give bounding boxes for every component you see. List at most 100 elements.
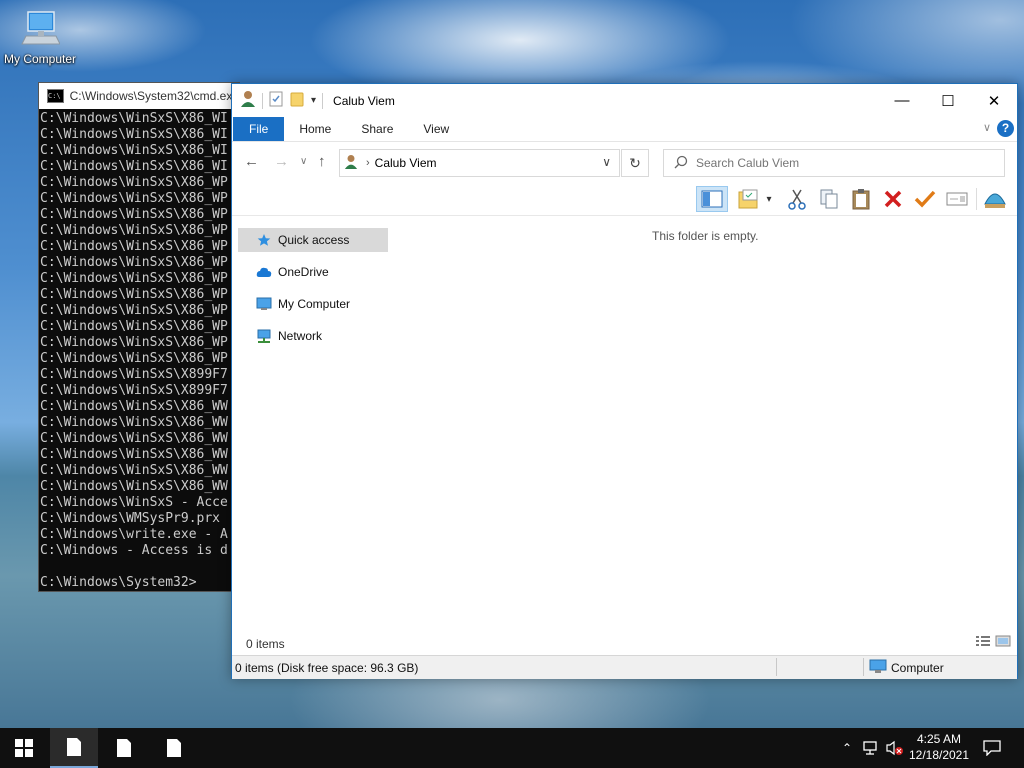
minimize-button[interactable]: — (879, 84, 925, 117)
cmd-titlebar[interactable]: C:\ C:\Windows\System32\cmd.exe (39, 83, 239, 109)
close-button[interactable]: ✕ (971, 84, 1017, 117)
windows-logo-icon (15, 739, 33, 757)
cloud-icon (256, 264, 272, 280)
cmd-line: C:\Windows\WinSxS\X86_WW (40, 479, 228, 494)
address-bar[interactable]: › Calub Viem ∨ (339, 149, 620, 177)
cmd-line: C:\Windows\System32> (40, 575, 197, 590)
cmd-line: C:\Windows\WinSxS\X86_WP (40, 191, 228, 206)
cut-icon[interactable] (784, 186, 810, 212)
tab-view[interactable]: View (408, 117, 464, 141)
breadcrumb-chevron-icon[interactable]: › (366, 157, 370, 169)
nav-item-network[interactable]: Network (238, 324, 388, 348)
nav-item-quick-access[interactable]: Quick access (238, 228, 388, 252)
properties-dropdown-icon[interactable]: ▾ (762, 186, 776, 212)
help-icon[interactable]: ? (997, 120, 1014, 137)
monitor-icon (256, 296, 272, 312)
cmd-line: C:\Windows\WinSxS\X86_WP (40, 335, 228, 350)
nav-label-my-computer: My Computer (278, 297, 351, 311)
taskbar-app-3[interactable] (150, 728, 198, 768)
delete-icon[interactable] (880, 186, 906, 212)
nav-label-quick-access: Quick access (278, 233, 350, 247)
cmd-line: C:\Windows\WinSxS\X86_WP (40, 239, 228, 254)
cmd-line: C:\Windows\WinSxS\X899F7 (40, 383, 228, 398)
expand-ribbon-icon[interactable]: ∨ (983, 121, 991, 134)
explorer-titlebar[interactable]: ▾ Calub Viem — ☐ ✕ (232, 84, 1017, 117)
rename-check-icon[interactable] (912, 186, 938, 212)
tab-home[interactable]: Home (284, 117, 346, 141)
empty-folder-message: This folder is empty. (652, 229, 759, 243)
nav-item-onedrive[interactable]: OneDrive (238, 260, 388, 284)
cmd-line: C:\Windows\WinSxS\X86_WI (40, 127, 228, 142)
cmd-line: C:\Windows\WinSxS\X86_WP (40, 287, 228, 302)
cmd-line: C:\Windows\WinSxS\X86_WP (40, 351, 228, 366)
command-toolbar: ▾ (232, 182, 1017, 216)
cmd-line: C:\Windows\WMSysPr9.prx (40, 511, 221, 526)
back-arrow-icon[interactable]: ← (244, 153, 259, 170)
details-view-icon[interactable] (975, 635, 991, 650)
show-hidden-icons-chevron-icon[interactable]: ⌃ (838, 728, 856, 768)
system-clock[interactable]: 4:25 AM 12/18/2021 (904, 731, 974, 763)
shell-icon[interactable] (982, 186, 1008, 212)
clock-time: 4:25 AM (916, 732, 962, 746)
console-icon: C:\ (47, 89, 64, 103)
properties-quick-icon[interactable] (269, 91, 283, 110)
desktop-icon-my-computer[interactable]: My Computer (2, 8, 78, 66)
clock-date: 12/18/2021 (908, 748, 970, 762)
cmd-title: C:\Windows\System32\cmd.exe (69, 89, 239, 103)
new-folder-quick-icon[interactable] (289, 91, 305, 110)
tab-file[interactable]: File (233, 117, 285, 141)
navigation-bar: ← → ∨ ↑ › Calub Viem ∨ ↻ (232, 142, 1017, 182)
explorer-window[interactable]: ▾ Calub Viem — ☐ ✕ File Home Share View … (231, 83, 1018, 679)
content-area: Quick access OneDrive My Computer Networ… (232, 214, 1017, 654)
taskbar-app-1[interactable] (50, 728, 98, 768)
cmd-line (40, 559, 239, 575)
search-box[interactable] (663, 149, 1005, 177)
tab-share[interactable]: Share (346, 117, 408, 141)
cmd-line: C:\Windows\WinSxS\X86_WP (40, 255, 228, 270)
network-tray-icon[interactable] (860, 728, 882, 768)
taskbar-app-2[interactable] (100, 728, 148, 768)
copy-icon[interactable] (816, 186, 842, 212)
cmd-line: C:\Windows\WinSxS\X86_WP (40, 271, 228, 286)
status-bar: 0 items (Disk free space: 96.3 GB) Compu… (232, 655, 1017, 679)
ribbon-tabs: File Home Share View ∨ ? (232, 117, 1017, 142)
paste-icon[interactable] (848, 186, 874, 212)
nav-item-my-computer[interactable]: My Computer (238, 292, 388, 316)
items-bar: 0 items (232, 632, 1017, 654)
document-icon (67, 738, 81, 756)
preview-pane-button[interactable] (696, 186, 728, 212)
properties-icon[interactable] (736, 186, 762, 212)
cmd-window[interactable]: C:\ C:\Windows\System32\cmd.exe C:\Windo… (38, 82, 240, 592)
network-icon (256, 328, 272, 344)
search-input[interactable] (694, 155, 998, 171)
computer-status-icon (869, 659, 887, 677)
nav-label-onedrive: OneDrive (278, 265, 329, 279)
address-dropdown-icon[interactable]: ∨ (602, 155, 611, 169)
cmd-output[interactable]: C:\Windows\WinSxS\X86_WI C:\Windows\WinSx… (39, 109, 239, 591)
select-box-icon[interactable] (944, 186, 970, 212)
cmd-line: C:\Windows\WinSxS\X86_WI (40, 111, 228, 126)
quick-access-dropdown-icon[interactable]: ▾ (311, 95, 316, 106)
volume-muted-icon[interactable] (884, 728, 906, 768)
desktop-icon-label: My Computer (3, 52, 77, 66)
recent-locations-icon[interactable]: ∨ (300, 156, 307, 167)
cmd-line: C:\Windows\WinSxS\X86_WI (40, 143, 228, 158)
cmd-line: C:\Windows\WinSxS\X86_WW (40, 431, 228, 446)
star-icon (256, 232, 272, 248)
cmd-line: C:\Windows\WinSxS\X86_WP (40, 303, 228, 318)
refresh-button[interactable]: ↻ (621, 149, 649, 177)
item-count: 0 items (246, 637, 285, 651)
computer-icon (20, 8, 61, 48)
address-location[interactable]: Calub Viem (375, 156, 437, 170)
notifications-icon[interactable] (978, 728, 1006, 768)
start-button[interactable] (0, 728, 48, 768)
large-icons-view-icon[interactable] (995, 635, 1011, 650)
taskbar: ⌃ 4:25 AM 12/18/2021 (0, 728, 1024, 768)
forward-arrow-icon[interactable]: → (274, 153, 289, 170)
maximize-button[interactable]: ☐ (925, 84, 971, 117)
up-arrow-icon[interactable]: ↑ (318, 153, 326, 170)
cmd-line: C:\Windows\WinSxS\X86_WP (40, 207, 228, 222)
window-title: Calub Viem (333, 93, 395, 108)
document-icon (167, 739, 181, 757)
cmd-line: C:\Windows\WinSxS - Acce (40, 495, 228, 510)
